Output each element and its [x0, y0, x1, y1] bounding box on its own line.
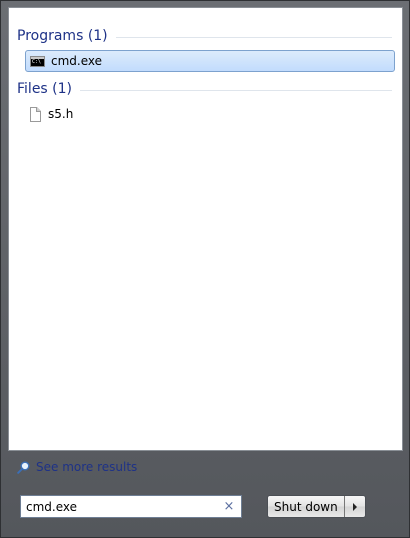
section-divider — [80, 89, 392, 91]
search-results-panel: Programs (1) cmd.exe Files (1) s5.h See … — [8, 7, 403, 474]
files-header-label: Files (1) — [17, 81, 73, 97]
see-more-results-link[interactable]: See more results — [17, 460, 137, 474]
programs-header-label: Programs (1) — [17, 28, 108, 44]
shutdown-control: Shut down — [267, 495, 366, 518]
file-icon — [30, 106, 41, 122]
result-item-s5h[interactable]: s5.h — [25, 103, 395, 125]
search-input[interactable] — [21, 497, 221, 516]
section-divider — [115, 36, 392, 38]
result-item-label: cmd.exe — [51, 54, 103, 68]
result-item-cmd[interactable]: cmd.exe — [25, 50, 395, 72]
shutdown-options-button[interactable] — [344, 496, 365, 517]
search-box[interactable]: × — [20, 495, 242, 518]
shutdown-label: Shut down — [274, 499, 338, 514]
result-item-label: s5.h — [48, 107, 74, 121]
start-menu: Programs (1) cmd.exe Files (1) s5.h See … — [0, 0, 410, 538]
cmd-icon — [30, 55, 45, 67]
magnifier-icon — [17, 461, 30, 474]
see-more-label: See more results — [36, 460, 138, 474]
shutdown-button[interactable]: Shut down — [268, 496, 345, 517]
clear-search-icon[interactable]: × — [221, 499, 237, 514]
programs-section-header: Programs (1) — [17, 26, 392, 46]
triangle-right-icon — [352, 502, 357, 511]
files-section-header: Files (1) — [17, 79, 392, 99]
